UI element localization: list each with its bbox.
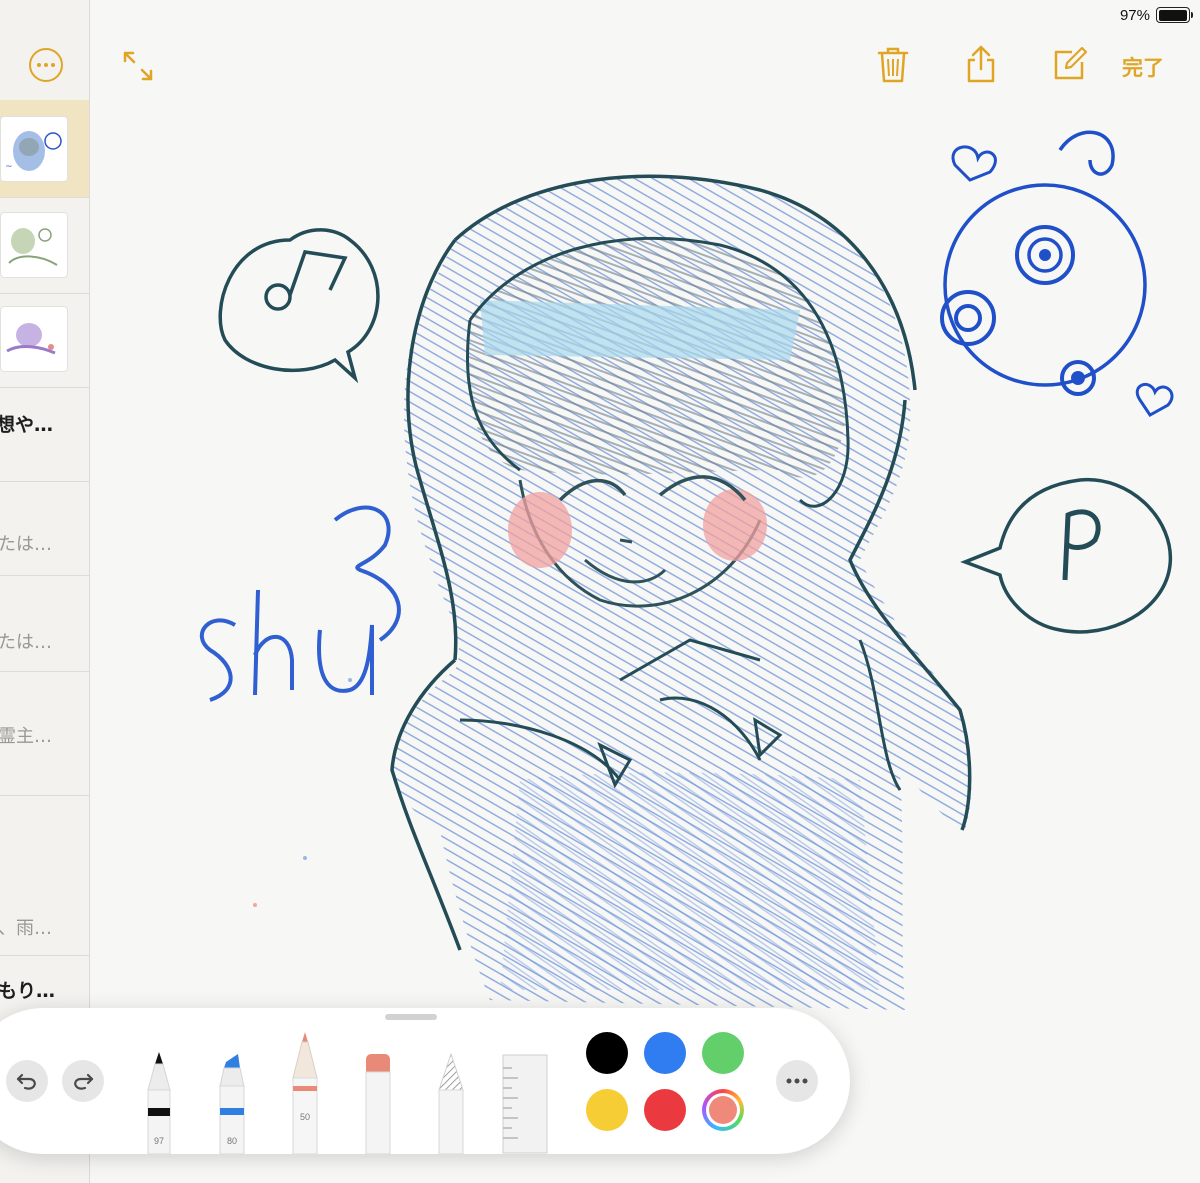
palette-grabber[interactable] (385, 1014, 437, 1020)
note-list-item[interactable]: 、雨… (0, 796, 89, 956)
color-picker-button[interactable] (702, 1089, 744, 1131)
fullscreen-toggle-button[interactable] (120, 48, 156, 88)
thumbnail-sketch-green (8, 228, 58, 266)
redo-button[interactable] (62, 1060, 104, 1102)
thumbnail-sketch-hood: ~ (5, 131, 62, 172)
undo-button[interactable] (6, 1060, 48, 1102)
note-list-item[interactable]: 霊主… (0, 672, 89, 796)
more-dot-icon (37, 63, 41, 67)
color-swatch-yellow[interactable] (586, 1089, 628, 1131)
note-title: 想や… (0, 414, 54, 436)
redo-icon (74, 1073, 94, 1090)
note-preview: 霊主… (0, 726, 52, 747)
note-preview: 、雨… (0, 918, 52, 939)
tool-palette (0, 1008, 850, 1154)
ruler-tool[interactable] (502, 1054, 548, 1154)
ruler-icon (502, 1054, 548, 1154)
pen-width-label: 97 (153, 1136, 164, 1146)
note-thumbnail (0, 306, 68, 372)
note-thumbnail (0, 212, 68, 278)
more-dot-icon (44, 63, 48, 67)
battery-percentage: 97% (1119, 6, 1150, 24)
note-preview: たは… (0, 534, 52, 555)
delete-button[interactable] (876, 46, 910, 88)
note-list-item[interactable] (0, 198, 89, 294)
color-picker-ring (706, 1093, 740, 1127)
trash-icon (877, 47, 909, 83)
more-options-button[interactable] (29, 48, 63, 82)
palette-more-button[interactable] (776, 1060, 818, 1102)
pencil-width-label: 50 (299, 1112, 310, 1122)
lasso-icon (438, 1052, 464, 1155)
color-swatch-blue[interactable] (644, 1032, 686, 1074)
pencil-icon (292, 1032, 318, 1155)
note-title: もり… (0, 980, 56, 1002)
note-list-item[interactable]: 想や… (0, 388, 89, 482)
color-swatch-red[interactable] (644, 1089, 686, 1131)
ellipsis-icon (786, 1078, 808, 1084)
new-note-button[interactable] (1052, 46, 1088, 86)
share-button[interactable] (964, 44, 998, 88)
pen-tool[interactable]: 97 (143, 1050, 175, 1155)
notes-sidebar: ~ 想や… たは… たは… 霊主… 、雨… もり… (0, 0, 90, 1183)
sketch-drawing (199, 130, 1174, 1011)
note-list-item[interactable]: たは… (0, 576, 89, 672)
note-list-item[interactable] (0, 294, 89, 388)
share-icon (967, 45, 995, 83)
done-button[interactable]: 完了 (1122, 52, 1164, 82)
pencil-tool[interactable]: 50 (289, 1030, 321, 1155)
svg-text:~: ~ (5, 162, 13, 172)
marker-width-label: 80 (226, 1136, 237, 1146)
color-swatch-green[interactable] (702, 1032, 744, 1074)
battery-level-fill (1158, 9, 1187, 21)
thumbnail-sketch-purple (6, 323, 56, 355)
eraser-tool[interactable] (362, 1050, 394, 1155)
drawing-canvas[interactable] (91, 0, 1200, 1183)
compose-icon (1054, 46, 1088, 80)
status-bar: 97% (1120, 0, 1200, 30)
eraser-icon (365, 1054, 391, 1155)
marker-tool[interactable]: 80 (216, 1050, 248, 1155)
color-swatch-black[interactable] (586, 1032, 628, 1074)
note-thumbnail: ~ (0, 116, 68, 182)
battery-icon (1156, 7, 1193, 23)
note-list-item[interactable]: たは… (0, 482, 89, 576)
expand-arrows-icon (123, 51, 153, 81)
note-preview: たは… (0, 632, 52, 653)
lasso-tool[interactable] (435, 1050, 467, 1155)
notes-app-screen: ~ 想や… たは… たは… 霊主… 、雨… もり… 97% 完了 97 80 5… (0, 0, 1200, 1183)
undo-icon (16, 1073, 36, 1090)
more-dot-icon (51, 63, 55, 67)
selected-color-dot (709, 1096, 737, 1124)
note-list-item[interactable]: ~ (0, 100, 89, 198)
